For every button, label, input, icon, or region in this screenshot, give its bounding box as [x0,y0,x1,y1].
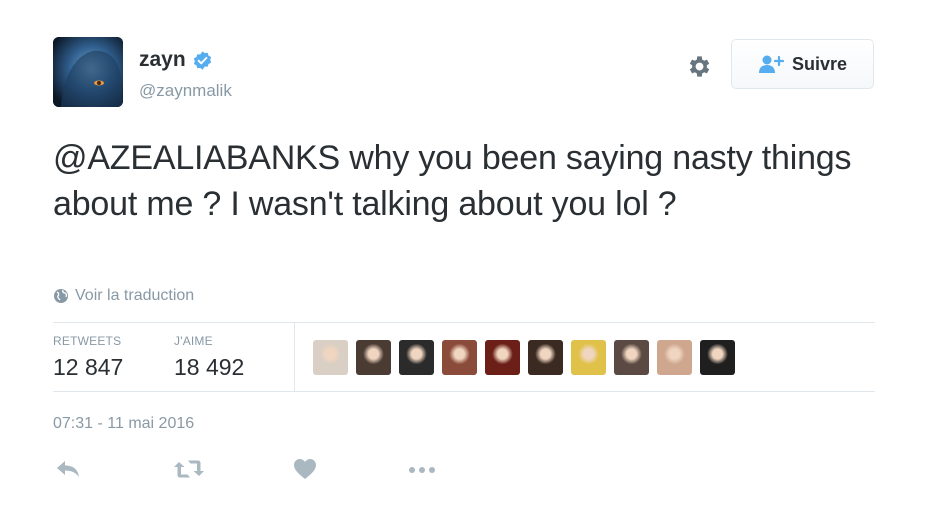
retweets-count: 12 847 [53,354,124,380]
translate-link[interactable]: Voir la traduction [53,287,194,305]
tweet-text: @AZEALIABANKS why you been saying nasty … [53,135,873,227]
timestamp[interactable]: 07:31 - 11 mai 2016 [53,415,194,433]
liker-avatar[interactable] [442,340,477,375]
retweets-label: RETWEETS [53,334,122,348]
liker-avatar[interactable] [657,340,692,375]
liker-avatar[interactable] [700,340,735,375]
retweet-icon[interactable] [173,458,205,480]
likes-label: J'AIME [174,334,213,348]
stats-top-divider [53,322,875,323]
stats-vertical-divider [294,323,295,391]
name-row: zayn [139,48,213,72]
profile-avatar[interactable] [53,37,123,107]
follow-button[interactable]: Suivre [731,39,874,89]
mention-link[interactable]: @AZEALIABANKS [53,139,340,177]
liker-avatar[interactable] [571,340,606,375]
gear-icon[interactable] [685,53,712,80]
liker-avatar[interactable] [313,340,348,375]
likes-count: 18 492 [174,354,245,380]
display-name[interactable]: zayn [139,48,186,72]
liker-avatar[interactable] [485,340,520,375]
retweets-stat[interactable]: RETWEETS 12 847 [53,334,123,381]
like-icon[interactable] [293,458,317,480]
likes-stat[interactable]: J'AIME 18 492 [174,334,244,381]
verified-badge-icon [193,50,211,70]
liker-avatar[interactable] [399,340,434,375]
liker-avatar[interactable] [614,340,649,375]
more-icon[interactable] [407,458,437,480]
liker-avatar[interactable] [528,340,563,375]
stats-bottom-divider [53,391,875,392]
liker-avatar[interactable] [356,340,391,375]
follow-button-label: Suivre [791,53,848,74]
globe-icon [54,289,68,303]
translate-label: Voir la traduction [75,287,195,304]
liker-avatars [313,340,743,375]
add-user-icon [758,55,784,73]
user-handle[interactable]: @zaynmalik [139,81,232,101]
reply-icon[interactable] [55,458,81,480]
